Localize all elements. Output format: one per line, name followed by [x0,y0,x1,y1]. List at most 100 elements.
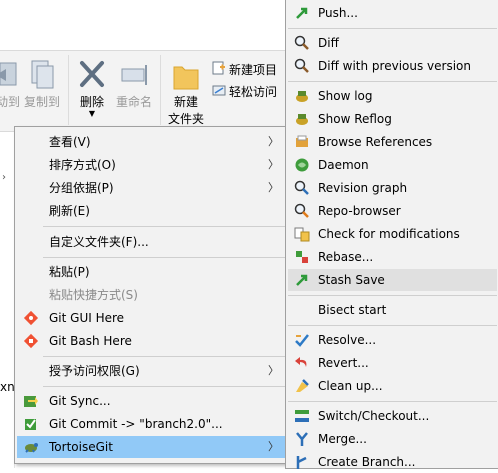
chevron-right-icon: 〉 [268,158,279,171]
folder-icon [164,59,208,93]
menu-separator [43,356,285,357]
chevron-right-icon: 〉 [268,181,279,194]
move-to-button[interactable]: 动到 [0,57,21,110]
new-folder-button[interactable]: 新建 文件夹 [164,59,208,127]
tortoisegit-submenu: Push... Diff Diff with previous version … [285,0,498,469]
menu-item-sort-by[interactable]: 排序方式(O) 〉 [17,154,285,176]
menu-item-label: 刷新(E) [49,204,90,218]
rename-label: 重命名 [115,95,152,109]
ribbon-separator [160,55,161,125]
menu-item-label: Git Bash Here [49,334,132,348]
navigation-pane[interactable]: › [0,170,15,468]
submenu-item-show-log[interactable]: Show log [288,85,497,107]
submenu-item-show-reflog[interactable]: Show Reflog [288,108,497,130]
submenu-item-switch-checkout[interactable]: Switch/Checkout... [288,405,497,427]
submenu-item-diff-previous[interactable]: Diff with previous version [288,55,497,77]
daemon-icon [294,157,310,173]
git-commit-icon [23,416,39,432]
background-file-text: xn [0,380,15,394]
submenu-item-check-modifications[interactable]: Check for modifications [288,223,497,245]
menu-item-label: 排序方式(O) [49,158,116,172]
menu-item-view[interactable]: 查看(V) 〉 [17,131,285,153]
menu-item-label: 分组依据(P) [49,181,114,195]
menu-item-label: 粘贴快捷方式(S) [49,288,138,302]
menu-separator [288,28,497,29]
submenu-item-label: Merge... [318,432,367,446]
menu-item-group-by[interactable]: 分组依据(P) 〉 [17,177,285,199]
new-folder-label-2: 文件夹 [167,112,204,126]
submenu-item-revision-graph[interactable]: Revision graph [288,177,497,199]
show-log-icon [294,88,310,104]
submenu-item-revert[interactable]: Revert... [288,352,497,374]
menu-separator [288,81,497,82]
new-folder-label: 新建 [173,95,198,109]
diff-icon [294,35,310,51]
new-item-label: 新建项目 [229,63,278,77]
menu-item-label: 授予访问权限(G) [49,364,140,378]
chevron-right-icon: 〉 [268,135,279,148]
submenu-item-create-branch[interactable]: Create Branch... [288,451,497,473]
submenu-item-push[interactable]: Push... [288,2,497,24]
menu-item-git-bash-here[interactable]: Git Bash Here [17,330,285,352]
submenu-item-label: Rebase... [318,250,374,264]
submenu-item-label: Bisect start [318,303,387,317]
tortoisegit-icon [23,439,39,455]
easy-access-button[interactable]: 轻松访问 [212,83,277,100]
menu-item-git-commit[interactable]: Git Commit -> "branch2.0"... [17,413,285,435]
git-sync-icon [23,393,39,409]
menu-item-refresh[interactable]: 刷新(E) [17,200,285,222]
submenu-item-daemon[interactable]: Daemon [288,154,497,176]
new-item-button[interactable]: 新建项目 [212,61,277,78]
submenu-item-merge[interactable]: Merge... [288,428,497,450]
copy-to-button[interactable]: 复制到 [22,57,62,110]
resolve-icon [294,332,310,348]
submenu-item-label: Switch/Checkout... [318,409,430,423]
stash-save-icon [294,272,310,288]
submenu-item-label: Revision graph [318,181,408,195]
submenu-item-bisect-start[interactable]: Bisect start [288,299,497,321]
submenu-item-repo-browser[interactable]: Repo-browser [288,200,497,222]
submenu-item-browse-references[interactable]: Browse References [288,131,497,153]
submenu-item-label: Show Reflog [318,112,392,126]
submenu-item-rebase[interactable]: Rebase... [288,246,497,268]
browse-references-icon [294,134,310,150]
submenu-item-label: Show log [318,89,373,103]
menu-item-give-access[interactable]: 授予访问权限(G) 〉 [17,360,285,382]
copy-to-label: 复制到 [23,95,60,109]
menu-item-label: Git Sync... [49,394,111,408]
menu-item-paste[interactable]: 粘贴(P) [17,261,285,283]
menu-item-label: Git Commit -> "branch2.0"... [49,417,223,431]
move-to-label: 动到 [0,95,21,109]
menu-item-customize-folder[interactable]: 自定义文件夹(F)... [17,231,285,253]
submenu-item-diff[interactable]: Diff [288,32,497,54]
rename-icon [112,57,156,93]
git-bash-icon [23,333,39,349]
menu-item-git-gui-here[interactable]: Git GUI Here [17,307,285,329]
submenu-item-label: Check for modifications [318,227,460,241]
submenu-item-resolve[interactable]: Resolve... [288,329,497,351]
submenu-item-clean-up[interactable]: Clean up... [288,375,497,397]
menu-separator [43,386,285,387]
submenu-item-stash-save[interactable]: Stash Save [288,269,497,291]
menu-separator [43,257,285,258]
menu-item-label: 粘贴(P) [49,265,90,279]
menu-item-git-sync[interactable]: Git Sync... [17,390,285,412]
move-to-icon [0,57,18,93]
submenu-item-label: Push... [318,6,358,20]
ribbon-separator [68,55,69,125]
revert-icon [294,355,310,371]
menu-separator [288,295,497,296]
submenu-item-label: Diff [318,36,339,50]
chevron-down-icon: ▼ [88,109,96,118]
submenu-item-label: Browse References [318,135,433,149]
submenu-item-label: Clean up... [318,379,383,393]
copy-to-icon [22,57,62,93]
easy-access-label: 轻松访问 [229,85,278,99]
delete-icon [74,57,110,93]
rename-button[interactable]: 重命名 [112,57,156,110]
push-icon [294,5,310,21]
delete-button[interactable]: 删除 ▼ [74,57,110,118]
menu-item-tortoisegit[interactable]: TortoiseGit 〉 [17,436,285,458]
clean-up-icon [294,378,310,394]
menu-item-label: 查看(V) [49,135,91,149]
